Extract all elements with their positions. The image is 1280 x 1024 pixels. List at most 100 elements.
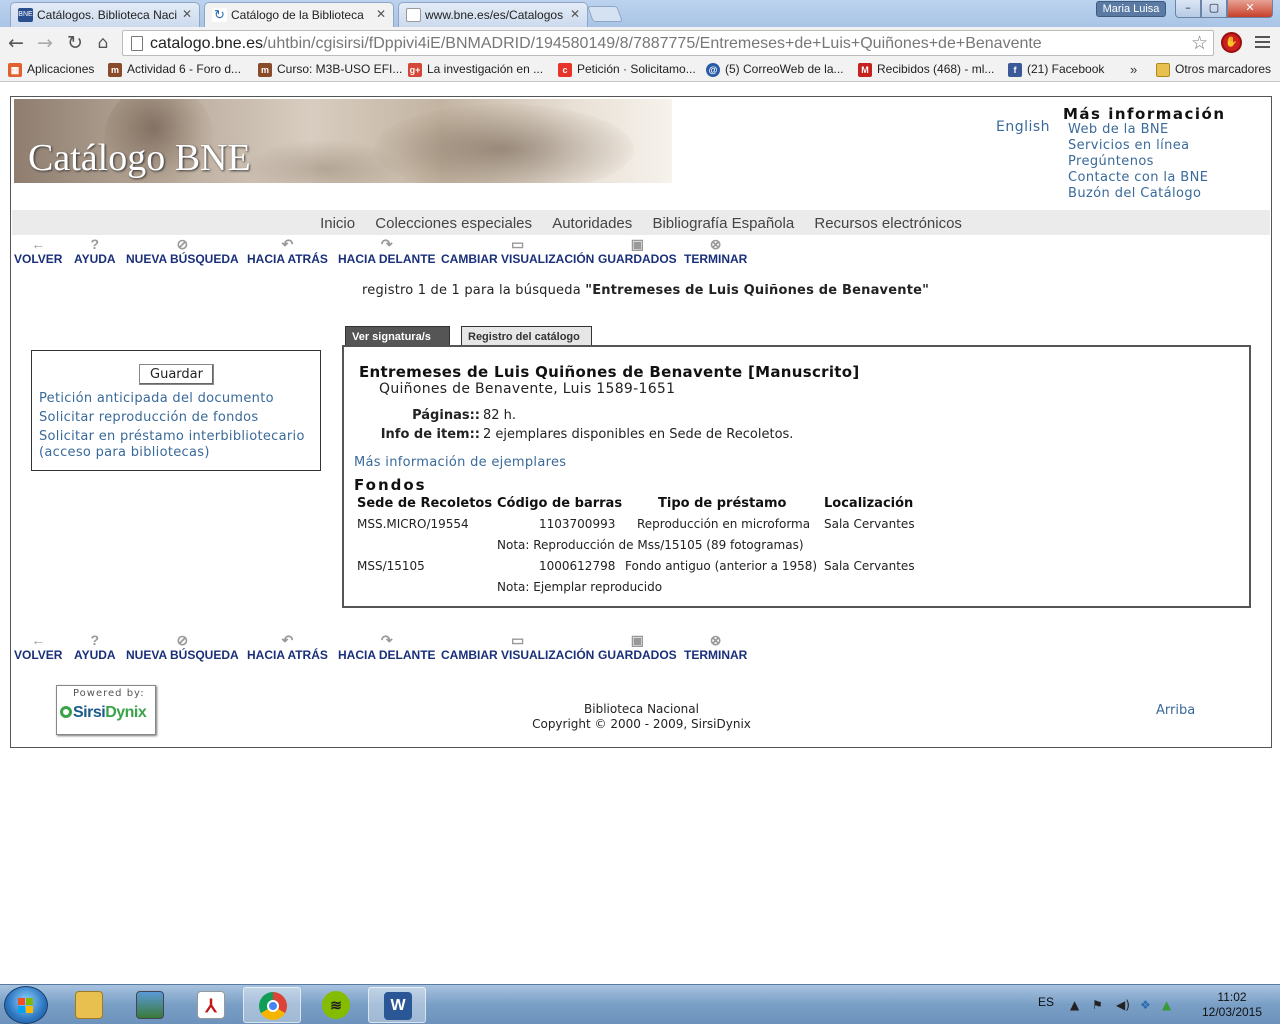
action-terminar[interactable]: ⊗ TERMINAR bbox=[684, 236, 747, 266]
action-ayuda[interactable]: ? AYUDA bbox=[74, 632, 116, 662]
taskbar-chrome[interactable] bbox=[243, 987, 301, 1023]
minimize-window-button[interactable]: – bbox=[1175, 0, 1201, 18]
link-buzon-catalogo[interactable]: Buzón del Catálogo bbox=[1068, 186, 1208, 202]
close-tab-icon[interactable]: ✕ bbox=[182, 7, 192, 21]
system-clock[interactable]: 11:02 12/03/2015 bbox=[1196, 990, 1268, 1020]
taskbar-pdf-reader[interactable]: ⅄ bbox=[182, 987, 240, 1023]
bookmark-star-icon[interactable]: ☆ bbox=[1191, 32, 1208, 54]
other-bookmarks-folder[interactable]: Otros marcadores bbox=[1156, 62, 1271, 77]
save-button[interactable]: Guardar bbox=[139, 364, 214, 385]
browser-tab-catalogo-biblioteca[interactable]: ↻ Catálogo de la Biblioteca ✕ bbox=[204, 2, 394, 27]
taskbar-spotify[interactable]: ≋ bbox=[307, 987, 365, 1023]
site-title[interactable]: Catálogo BNE bbox=[28, 136, 251, 180]
action-hacia-atras[interactable]: ↶ HACIA ATRÁS bbox=[247, 236, 328, 266]
bookmark-facebook[interactable]: f (21) Facebook bbox=[1008, 62, 1105, 77]
action-label: VOLVER bbox=[14, 648, 63, 662]
nav-recursos-electronicos[interactable]: Recursos electrónicos bbox=[814, 215, 962, 232]
link-contacte-bne[interactable]: Contacte con la BNE bbox=[1068, 170, 1208, 186]
link-solicitar-reproduccion[interactable]: Solicitar reproducción de fondos bbox=[39, 410, 320, 426]
bookmark-aplicaciones[interactable]: ▦ Aplicaciones bbox=[8, 62, 94, 77]
bookmark-investigacion[interactable]: g+ La investigación en ... bbox=[408, 62, 543, 77]
google-drive-icon[interactable]: ▲ bbox=[1162, 998, 1171, 1012]
action-hacia-delante[interactable]: ↷ HACIA DELANTE bbox=[338, 632, 436, 662]
nav-bibliografia-espanola[interactable]: Bibliografía Española bbox=[652, 215, 794, 232]
maximize-window-button[interactable]: ▢ bbox=[1201, 0, 1227, 18]
bookmark-actividad-6[interactable]: m Actividad 6 - Foro d... bbox=[108, 62, 241, 77]
action-terminar[interactable]: ⊗ TERMINAR bbox=[684, 632, 747, 662]
more-copies-link[interactable]: Más información de ejemplares bbox=[354, 455, 566, 470]
action-label: AYUDA bbox=[74, 252, 116, 266]
action-label: NUEVA BÚSQUEDA bbox=[126, 252, 239, 266]
extension-adblock-icon[interactable]: ✋ bbox=[1221, 32, 1242, 53]
close-tab-icon[interactable]: ✕ bbox=[376, 7, 386, 21]
action-hacia-atras[interactable]: ↶ HACIA ATRÁS bbox=[247, 632, 328, 662]
action-guardados[interactable]: ▣ GUARDADOS bbox=[598, 632, 677, 662]
browser-back-arrow-icon[interactable]: ← bbox=[4, 31, 28, 55]
user-profile-badge[interactable]: Maria Luisa bbox=[1096, 1, 1166, 17]
english-language-link[interactable]: English bbox=[996, 119, 1050, 135]
action-label: VOLVER bbox=[14, 252, 63, 266]
action-cambiar-visualizacion[interactable]: ▭ CAMBIAR VISUALIZACIÓN bbox=[441, 632, 594, 662]
action-nueva-busqueda[interactable]: ⊘ NUEVA BÚSQUEDA bbox=[126, 632, 239, 662]
action-volver[interactable]: ← VOLVER bbox=[14, 632, 62, 662]
taskbar-photo-viewer[interactable] bbox=[121, 987, 179, 1023]
facebook-icon: f bbox=[1008, 63, 1022, 77]
link-prestamo-interbibliotecario[interactable]: Solicitar en préstamo interbibliotecario… bbox=[39, 429, 320, 461]
home-icon[interactable]: ⌂ bbox=[91, 31, 115, 55]
tab-registro-catalogo[interactable]: Registro del catálogo bbox=[461, 326, 592, 346]
nav-autoridades[interactable]: Autoridades bbox=[552, 215, 632, 232]
address-url[interactable]: catalogo.bne.es/uhtbin/cgisirsi/fDppivi4… bbox=[150, 35, 1042, 53]
holdings-heading: Fondos bbox=[354, 476, 427, 494]
page-info-icon[interactable] bbox=[131, 36, 143, 51]
back-to-top-link[interactable]: Arriba bbox=[1156, 703, 1195, 718]
action-volver[interactable]: ← VOLVER bbox=[14, 236, 62, 266]
close-tab-icon[interactable]: ✕ bbox=[570, 7, 580, 21]
reload-icon[interactable]: ↻ bbox=[63, 31, 87, 55]
volume-icon[interactable]: ◀) bbox=[1116, 998, 1130, 1012]
holding-note: Nota: Reproducción de Mss/15105 (89 foto… bbox=[497, 538, 804, 552]
link-peticion-anticipada[interactable]: Petición anticipada del documento bbox=[39, 391, 320, 407]
tab-ver-signatura[interactable]: Ver signatura/s bbox=[345, 326, 450, 346]
link-servicios-en-linea[interactable]: Servicios en línea bbox=[1068, 138, 1208, 154]
logo-text-sirsi: Sirsi bbox=[73, 704, 106, 721]
bookmark-peticion[interactable]: c Petición · Solicitamo... bbox=[558, 62, 696, 77]
previous-icon: ↶ bbox=[281, 632, 294, 648]
show-hidden-icons-icon[interactable]: ▲ bbox=[1070, 998, 1079, 1012]
record-title: Entremeses de Luis Quiñones de Benavente… bbox=[359, 363, 860, 381]
action-ayuda[interactable]: ? AYUDA bbox=[74, 236, 116, 266]
browser-tab-bne-catalogos[interactable]: www.bne.es/es/Catalogos ✕ bbox=[398, 2, 588, 27]
close-window-button[interactable]: ✕ bbox=[1227, 0, 1273, 18]
bookmark-correoweb[interactable]: @ (5) CorreoWeb de la... bbox=[706, 62, 844, 77]
browser-menu-icon[interactable] bbox=[1255, 36, 1270, 51]
bookmark-recibidos[interactable]: M Recibidos (468) - ml... bbox=[858, 62, 994, 77]
link-preguntenos[interactable]: Pregúntenos bbox=[1068, 154, 1208, 170]
footer-copyright-line: Copyright © 2000 - 2009, SirsiDynix bbox=[532, 717, 751, 731]
new-tab-button[interactable] bbox=[587, 6, 623, 22]
bookmark-curso[interactable]: m Curso: M3B-USO EFI... bbox=[258, 62, 402, 77]
bookmarks-overflow-button[interactable]: » bbox=[1130, 62, 1137, 77]
bookmark-label: (21) Facebook bbox=[1027, 62, 1105, 76]
action-cambiar-visualizacion[interactable]: ▭ CAMBIAR VISUALIZACIÓN bbox=[441, 236, 594, 266]
link-web-bne[interactable]: Web de la BNE bbox=[1068, 122, 1208, 138]
address-bar[interactable]: catalogo.bne.es/uhtbin/cgisirsi/fDppivi4… bbox=[122, 30, 1214, 56]
record-author[interactable]: Quiñones de Benavente, Luis 1589-1651 bbox=[379, 381, 675, 397]
action-label: TERMINAR bbox=[684, 252, 748, 266]
action-center-icon[interactable]: ⚑ bbox=[1092, 998, 1103, 1012]
apps-icon: ▦ bbox=[8, 63, 22, 77]
clock-time: 11:02 bbox=[1217, 990, 1247, 1004]
dropbox-icon[interactable]: ❖ bbox=[1140, 998, 1151, 1012]
action-nueva-busqueda[interactable]: ⊘ NUEVA BÚSQUEDA bbox=[126, 236, 239, 266]
browser-forward-arrow-icon[interactable]: → bbox=[33, 31, 57, 55]
browser-tab-catalogos[interactable]: BNE Catálogos. Biblioteca Naci ✕ bbox=[10, 2, 200, 27]
action-guardados[interactable]: ▣ GUARDADOS bbox=[598, 236, 677, 266]
back-arrow-icon: ← bbox=[31, 632, 46, 648]
powered-by-sirsidynix-logo[interactable]: Powered by: SirsiDynix bbox=[56, 685, 156, 735]
input-language-indicator[interactable]: ES bbox=[1038, 995, 1054, 1009]
nav-inicio[interactable]: Inicio bbox=[320, 215, 355, 232]
action-hacia-delante[interactable]: ↷ HACIA DELANTE bbox=[338, 236, 436, 266]
taskbar-file-explorer[interactable] bbox=[60, 987, 118, 1023]
taskbar-word[interactable]: W bbox=[368, 987, 426, 1023]
nav-colecciones-especiales[interactable]: Colecciones especiales bbox=[375, 215, 532, 232]
start-button[interactable] bbox=[4, 986, 48, 1024]
holding-barcode: 1000612798 bbox=[539, 559, 616, 573]
